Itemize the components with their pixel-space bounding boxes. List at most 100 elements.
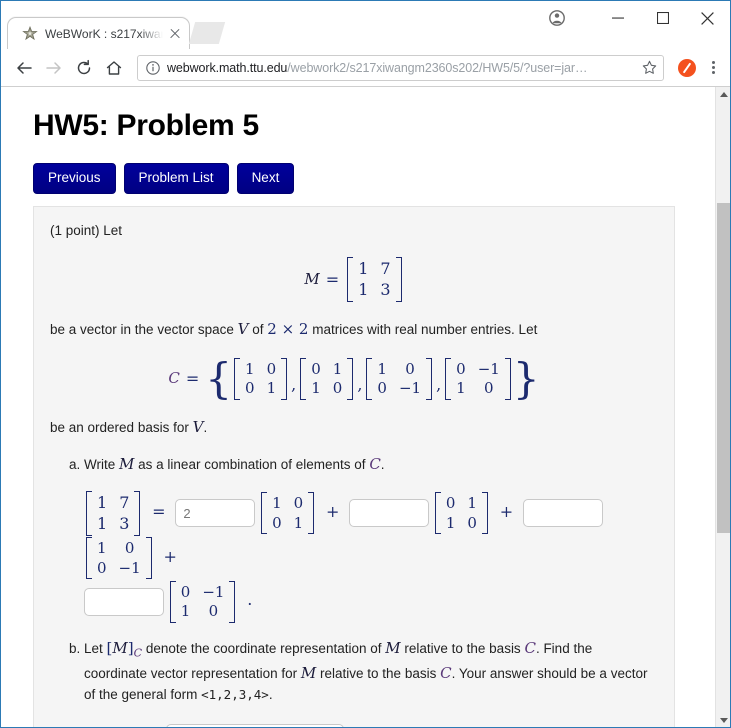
back-button-icon[interactable] — [9, 53, 39, 83]
var-M: M — [300, 663, 317, 682]
bracket-right — [281, 357, 288, 401]
var-M: M — [112, 639, 128, 658]
brace-open: { — [205, 354, 233, 404]
linear-combination-equation: 1 7 1 3 = 2 1 0 0 1 + 0 1 1 0 + 1 0 0 −1… — [84, 490, 658, 624]
cell: 0 — [456, 359, 466, 378]
scrollbar-thumb[interactable] — [717, 203, 730, 533]
close-window-button[interactable] — [685, 2, 730, 34]
address-bar[interactable]: webwork.math.ttu.edu/webwork2/s217xiwang… — [137, 54, 664, 81]
problem-nav-buttons: Previous Problem List Next — [33, 163, 693, 194]
lhs-matrix-M: 1 7 1 3 — [86, 490, 141, 536]
window-controls — [534, 1, 730, 35]
cell: 0 — [293, 493, 304, 512]
separator: , — [357, 375, 363, 395]
cell: 1 — [467, 493, 477, 512]
matrix-M: 1 7 1 3 — [347, 257, 402, 303]
cell: 0 — [467, 513, 477, 532]
matrix-cells: 0 −1 1 0 — [176, 581, 230, 624]
next-button[interactable]: Next — [236, 163, 295, 194]
cell: 1 — [97, 492, 108, 512]
extension-icon[interactable] — [678, 58, 696, 77]
webwork-star-favicon — [22, 25, 38, 42]
coefficient-input-3[interactable] — [522, 499, 603, 528]
scroll-up-arrow-icon[interactable] — [716, 87, 730, 102]
cell: −1 — [118, 558, 141, 577]
plus-sign: + — [499, 501, 514, 521]
tab-strip: WeBWorK : s217xiwangm — [7, 15, 226, 49]
basis-matrix-2: 0 1 1 0 — [300, 357, 354, 401]
coordinate-vector-input[interactable] — [166, 723, 345, 727]
period: . — [268, 687, 273, 703]
reload-button-icon[interactable] — [69, 53, 99, 83]
basis-matrix-4: 0 −1 1 0 — [169, 580, 236, 624]
close-icon[interactable] — [167, 26, 183, 42]
cell: 0 — [377, 379, 387, 398]
basis-matrix-3: 1 0 0 −1 — [86, 536, 152, 580]
home-button-icon[interactable] — [99, 53, 129, 83]
title-bar: WeBWorK : s217xiwangm — [1, 1, 730, 49]
problem-parts: Write M as a linear combination of eleme… — [50, 453, 658, 727]
var-C: C — [440, 663, 452, 682]
profile-avatar-icon[interactable] — [534, 2, 579, 34]
general-form-example: <1,2,3,4> — [201, 687, 269, 703]
minimize-button[interactable] — [595, 2, 640, 34]
problem-list-button[interactable]: Problem List — [123, 163, 229, 194]
cell: 0 — [180, 582, 191, 601]
coefficient-input-2[interactable] — [349, 499, 430, 528]
site-info-icon[interactable] — [146, 60, 160, 75]
cell: 0 — [405, 359, 415, 378]
plus-sign: + — [163, 546, 177, 566]
scroll-down-arrow-icon[interactable] — [716, 713, 730, 727]
part-a: Write M as a linear combination of eleme… — [84, 453, 658, 624]
cell: 1 — [266, 379, 277, 398]
cell: 3 — [380, 280, 391, 300]
var-C: C — [369, 455, 381, 474]
coefficient-input-4[interactable] — [84, 587, 164, 616]
vector-space-V: V — [237, 320, 249, 339]
intro-text-3: matrices with real number entries. Let — [312, 322, 538, 338]
previous-button[interactable]: Previous — [33, 163, 116, 194]
matrix-M-display: M = 1 7 1 3 — [50, 257, 658, 303]
basis-symbol: C — [168, 369, 180, 388]
period: . — [203, 420, 208, 436]
var-M: M — [385, 639, 401, 658]
browser-menu-icon[interactable] — [704, 55, 722, 81]
browser-window: WeBWorK : s217xiwangm — [0, 0, 731, 728]
part-b-text-3: relative to the basis — [404, 641, 521, 657]
points-line: (1 point) Let — [50, 222, 123, 238]
cell: 1 — [97, 513, 108, 533]
separator: , — [436, 375, 442, 395]
url-path: /webwork2/s217xiwangm2360s202/HW5/5/?use… — [287, 60, 588, 75]
cell: 1 — [311, 379, 321, 398]
forward-button-icon — [39, 53, 69, 83]
bracket-right — [145, 536, 152, 580]
cell: 0 — [245, 379, 255, 398]
bracket-right — [504, 357, 511, 401]
bracket-right — [481, 491, 488, 535]
cell: 0 — [208, 602, 219, 621]
bracket-right — [134, 490, 141, 536]
bracket-right — [229, 580, 236, 624]
webwork-page: HW5: Problem 5 Previous Problem List Nex… — [1, 87, 717, 727]
browser-toolbar: webwork.math.ttu.edu/webwork2/s217xiwang… — [1, 49, 730, 87]
part-a-text-2: as a linear combination of elements of — [138, 457, 366, 473]
plus-sign: + — [325, 501, 340, 521]
cell: 1 — [377, 359, 387, 378]
cell: 0 — [272, 513, 282, 532]
final-answer-row: [M]C = . — [84, 723, 658, 727]
cell: 1 — [456, 379, 466, 398]
coefficient-input-1[interactable] — [175, 499, 256, 528]
separator: , — [291, 375, 297, 395]
matrix-cells: 1 0 0 1 — [267, 492, 308, 535]
bookmark-star-icon[interactable] — [642, 60, 657, 75]
subscript-C: C — [133, 646, 143, 660]
cell: 0 — [484, 379, 494, 398]
maximize-button[interactable] — [640, 2, 685, 34]
intro-line: be a vector in the vector space V of 2 ×… — [50, 318, 658, 341]
new-tab-button[interactable] — [188, 22, 226, 44]
page-scrollbar[interactable] — [715, 87, 730, 727]
part-b-text-2: denote the coordinate representation of — [145, 641, 382, 657]
vector-space-V: V — [192, 418, 204, 437]
page-viewport: HW5: Problem 5 Previous Problem List Nex… — [1, 87, 730, 727]
browser-tab[interactable]: WeBWorK : s217xiwangm — [7, 17, 190, 49]
